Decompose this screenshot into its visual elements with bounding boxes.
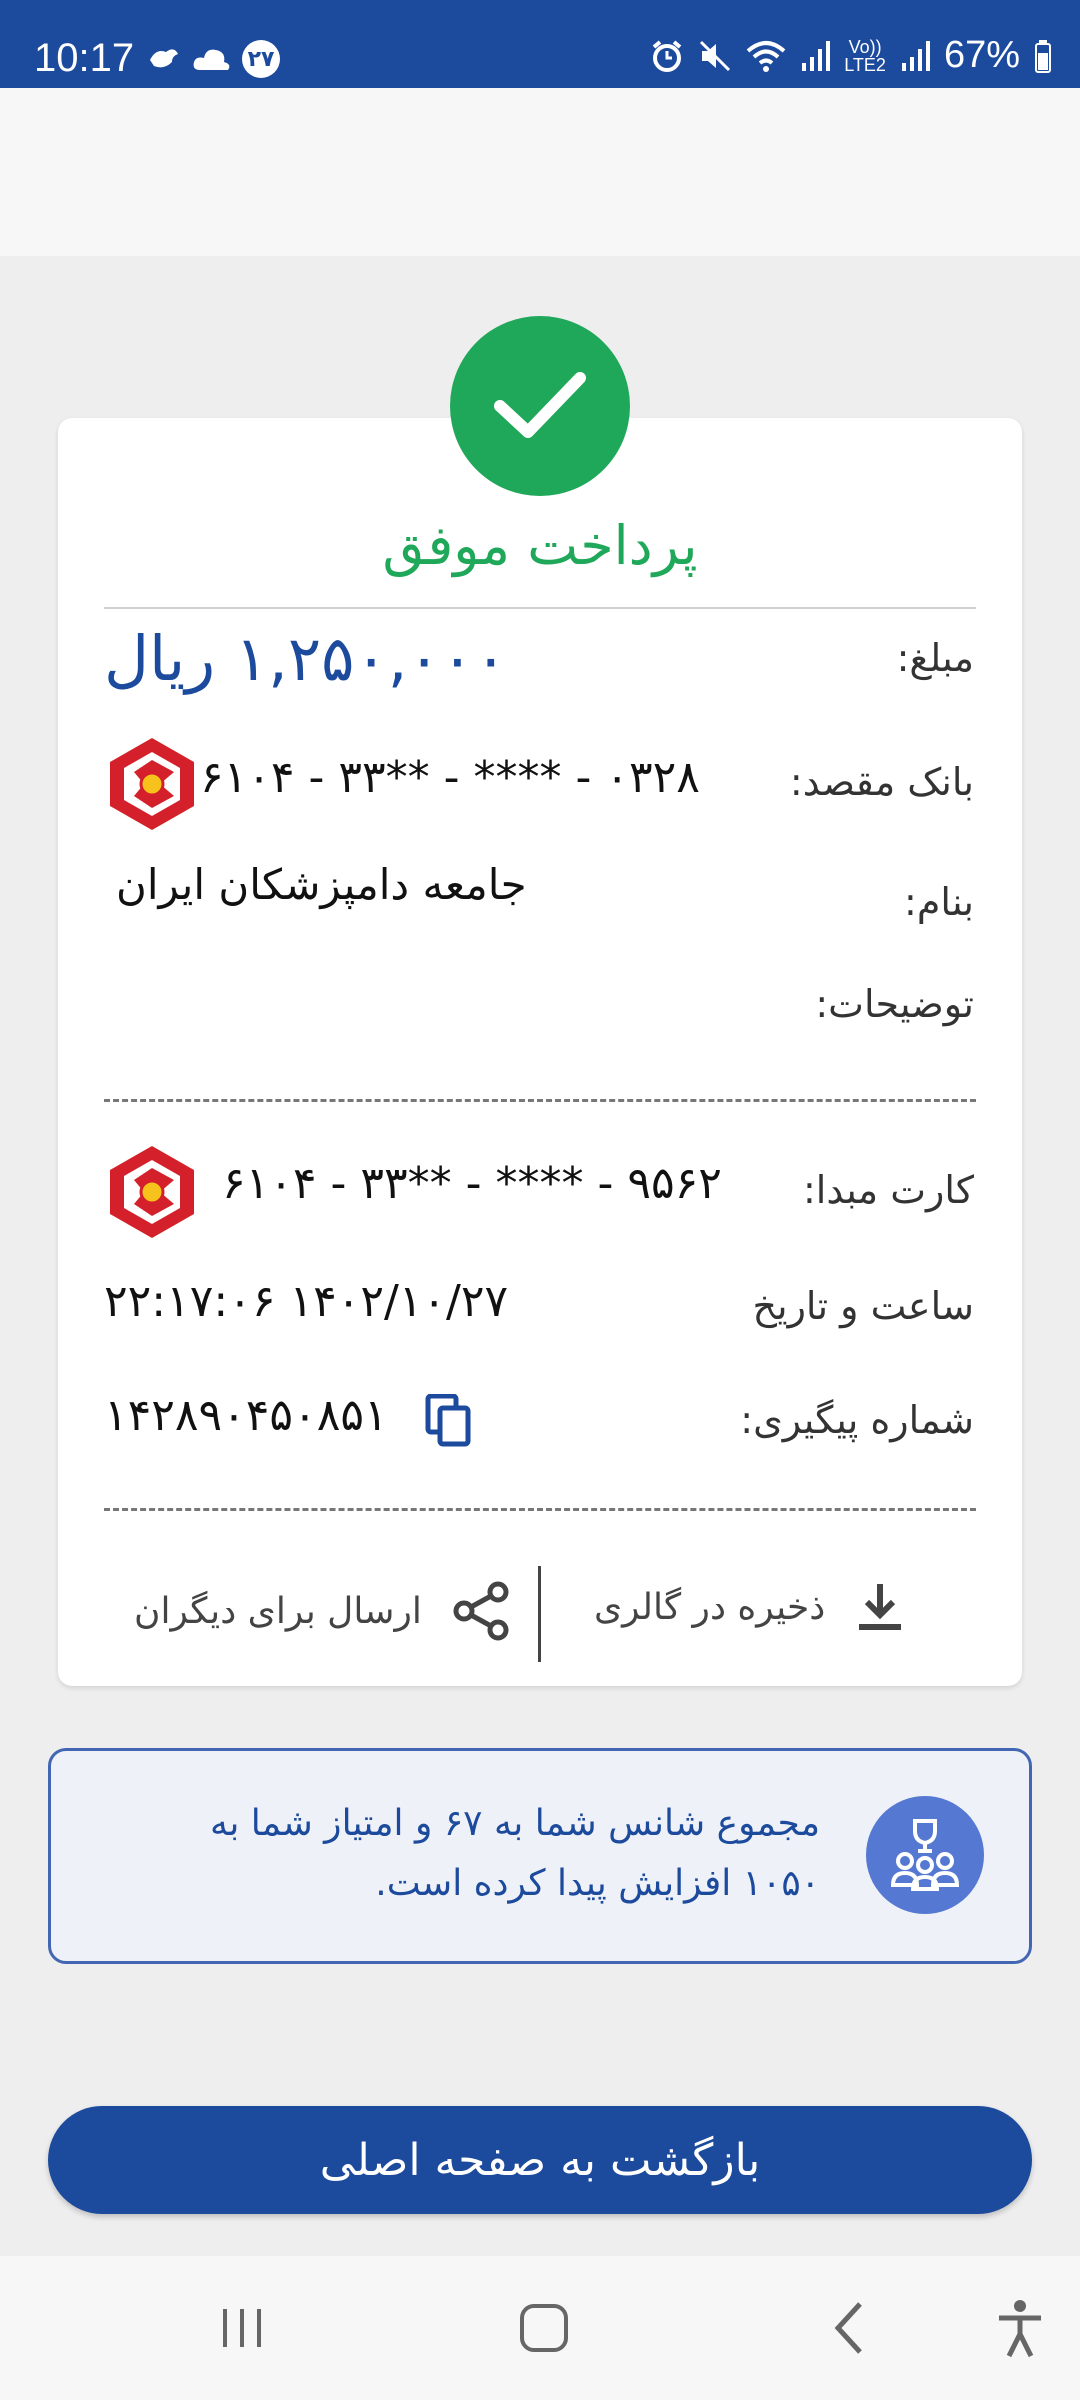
- source-card-number: ۶۱۰۴ - ۳۳** - **** - ۹۵۶۲: [222, 1158, 722, 1209]
- lte-text: LTE2: [844, 54, 886, 75]
- dest-bank-label: بانک مقصد:: [789, 760, 974, 804]
- accessibility-icon[interactable]: [988, 2296, 1052, 2360]
- actions-divider: [538, 1566, 541, 1662]
- copy-icon[interactable]: [424, 1394, 472, 1448]
- cloud-icon: [193, 49, 230, 70]
- save-to-gallery-button[interactable]: ذخیره در گالری: [594, 1580, 905, 1634]
- success-title: پرداخت موفق: [382, 514, 698, 577]
- wifi-icon: [746, 40, 786, 72]
- status-time: 10:17: [34, 36, 135, 80]
- dashed-divider-2: [104, 1508, 976, 1511]
- signal-icon-2: [901, 40, 930, 71]
- header-area: [0, 88, 1080, 256]
- amount-value: ۱,۲۵۰,۰۰۰ ریال: [104, 622, 508, 695]
- back-to-home-button[interactable]: بازگشت به صفحه اصلی: [48, 2106, 1032, 2214]
- owner-name: جامعه دامپزشکان ایران: [116, 860, 527, 909]
- source-card-label: کارت مبدا:: [803, 1168, 974, 1212]
- dashed-divider-1: [104, 1099, 976, 1102]
- title-divider: [104, 607, 976, 609]
- bank-mellat-logo-icon: [110, 738, 194, 830]
- battery-percent: 67%: [943, 34, 1020, 76]
- download-icon: [859, 1584, 902, 1630]
- share-button[interactable]: ارسال برای دیگران: [134, 1580, 510, 1642]
- back-icon[interactable]: [818, 2296, 882, 2360]
- tracking-number: ۱۴۲۸۹۰۴۵۰۸۵۱: [104, 1390, 388, 1441]
- alarm-icon: [652, 39, 682, 72]
- recent-apps-icon[interactable]: [210, 2296, 274, 2360]
- score-line-2: ۱۰۵۰ افزایش پیدا کرده است.: [375, 1863, 820, 1904]
- save-label: ذخیره در گالری: [594, 1586, 826, 1628]
- volte-lte-label: Vo)) LTE2: [844, 38, 886, 74]
- score-line-1: مجموع شانس شما به ۶۷ و امتیاز شما به: [210, 1803, 820, 1844]
- home-icon[interactable]: [512, 2296, 576, 2360]
- status-right-icons: Vo)) LTE2 67%: [650, 34, 1052, 77]
- description-label: توضیحات:: [815, 982, 974, 1026]
- battery-icon: [1035, 39, 1051, 73]
- status-bar: 10:17 ۲۷ Vo)) LTE2 67%: [0, 0, 1080, 88]
- signal-icon: [802, 40, 831, 71]
- bird-icon: [150, 49, 178, 68]
- share-icon: [453, 1581, 509, 1641]
- status-notification-icons: ۲۷: [146, 40, 280, 78]
- score-message: مجموع شانس شما به ۶۷ و امتیاز شما به ۱۰۵…: [120, 1794, 820, 1914]
- datetime-value: ۲۲:۱۷:۰۶ ۱۴۰۲/۱۰/۲۷: [104, 1276, 509, 1327]
- volte-text: Vo)): [848, 36, 882, 57]
- success-check-icon: [450, 316, 630, 496]
- share-label: ارسال برای دیگران: [134, 1590, 422, 1632]
- tracking-label: شماره پیگیری:: [740, 1398, 974, 1442]
- date-badge-icon: ۲۷: [242, 40, 280, 78]
- datetime-label: ساعت و تاریخ: [752, 1284, 974, 1328]
- trophy-group-icon: [866, 1796, 984, 1914]
- mute-icon: [700, 40, 731, 71]
- source-bank-logo-icon: [110, 1146, 194, 1238]
- dest-card-number: ۶۱۰۴ - ۳۳** - **** - ۰۳۲۸: [200, 752, 700, 803]
- name-label: بنام:: [904, 880, 974, 924]
- amount-label: مبلغ:: [896, 636, 974, 680]
